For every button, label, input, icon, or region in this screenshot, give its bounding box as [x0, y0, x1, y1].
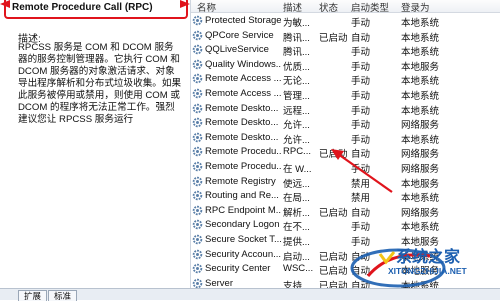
tab-standard[interactable]: 标准 [48, 290, 78, 301]
service-name: Remote Deskto... [205, 102, 279, 114]
service-row[interactable]: Remote Procedu... 在 W... 手动 网络服务 [191, 159, 500, 175]
gear-icon [192, 103, 203, 113]
gear-icon [192, 263, 203, 274]
service-name: Remote Access ... [205, 88, 281, 99]
service-row[interactable]: Remote Procedu... RPC... 已启动 自动 网络服务 [191, 144, 500, 160]
gear-icon [192, 30, 203, 40]
service-name: Protected Storage [205, 15, 281, 26]
service-row[interactable]: QPCore Service 腾讯... 已启动 自动 本地系统 [191, 28, 500, 44]
service-name: Secondary Logon [205, 219, 280, 231]
column-header-startup-type[interactable]: 启动类型 [351, 0, 389, 14]
service-row[interactable]: RPC Endpoint M... 解析... 已启动 自动 网络服务 [191, 203, 500, 219]
service-row[interactable]: Remote Access ... 管理... 手动 本地系统 [191, 86, 500, 102]
gear-icon [192, 15, 203, 26]
service-row[interactable]: Remote Deskto... 远程... 手动 本地系统 [191, 101, 500, 117]
watermark-text: 系统之家 [396, 249, 461, 266]
service-row[interactable]: Quality Windows... 优质... 手动 本地服务 [191, 57, 500, 73]
gear-icon [192, 132, 203, 143]
service-row[interactable]: Remote Deskto... 允许... 手动 本地系统 [191, 130, 500, 146]
gear-icon [192, 161, 203, 172]
service-description-pane: Remote Procedure Call (RPC) 描述: RPCSS 服务… [0, 0, 191, 288]
column-header-logon-as[interactable]: 登录为 [401, 0, 430, 14]
service-desc: RPC... [283, 146, 311, 158]
gear-icon [192, 220, 203, 230]
gear-icon [192, 117, 203, 128]
service-name: Security Accoun... [205, 248, 281, 260]
service-row[interactable]: QQLiveService 腾讯... 手动 本地系统 [191, 42, 500, 58]
service-name: Quality Windows... [205, 58, 281, 70]
gear-icon [192, 59, 203, 70]
service-row[interactable]: Remote Registry 使远... 禁用 本地服务 [191, 174, 500, 190]
tab-extended[interactable]: 扩展 [18, 290, 48, 301]
services-window: Remote Procedure Call (RPC) 描述: RPCSS 服务… [0, 0, 500, 301]
service-row[interactable]: Remote Deskto... 允许... 手动 网络服务 [191, 115, 500, 131]
service-name: Remote Access ... [205, 73, 281, 85]
gear-icon [192, 88, 203, 99]
service-name: Secure Socket T... [205, 234, 281, 245]
service-name: Remote Deskto... [205, 117, 279, 129]
gear-icon [192, 205, 203, 216]
service-name: Remote Deskto... [205, 131, 279, 143]
gear-icon [192, 147, 203, 157]
service-name: Remote Procedu... [205, 161, 281, 172]
gear-icon [192, 249, 203, 259]
service-name: QQLiveService [205, 44, 269, 56]
service-desc: WSC... [283, 263, 314, 275]
service-name: Routing and Re... [205, 190, 279, 202]
service-row[interactable]: Secondary Logon 在不... 手动 本地系统 [191, 217, 500, 233]
service-row[interactable]: Protected Storage 为敏... 手动 本地系统 [191, 13, 500, 29]
service-name: RPC Endpoint M... [205, 204, 281, 216]
column-header-name[interactable]: 名称 [197, 0, 216, 14]
gear-icon [192, 44, 203, 55]
gear-icon [192, 190, 203, 201]
gear-icon [192, 74, 203, 84]
service-name: Remote Registry [205, 175, 276, 187]
service-name: Remote Procedu... [205, 146, 281, 158]
list-header: 名称 描述 状态 启动类型 登录为 [191, 0, 500, 14]
watermark-url: XITONGZHIJIA.NET [388, 266, 467, 276]
service-name: Security Center [205, 263, 271, 275]
site-watermark: 系统之家 XITONGZHIJIA.NET [350, 240, 500, 299]
column-header-status[interactable]: 状态 [319, 0, 338, 14]
column-header-description[interactable]: 描述 [283, 0, 302, 14]
service-row[interactable]: Remote Access ... 无论... 手动 本地系统 [191, 71, 500, 87]
service-name: QPCore Service [205, 29, 274, 41]
gear-icon [192, 176, 203, 186]
gear-icon [192, 234, 203, 245]
service-row[interactable]: Routing and Re... 在局... 禁用 本地系统 [191, 188, 500, 204]
description-text: RPCSS 服务是 COM 和 DCOM 服务器的服务控制管理器。它执行 COM… [18, 42, 182, 125]
service-title: Remote Procedure Call (RPC) [12, 2, 153, 13]
